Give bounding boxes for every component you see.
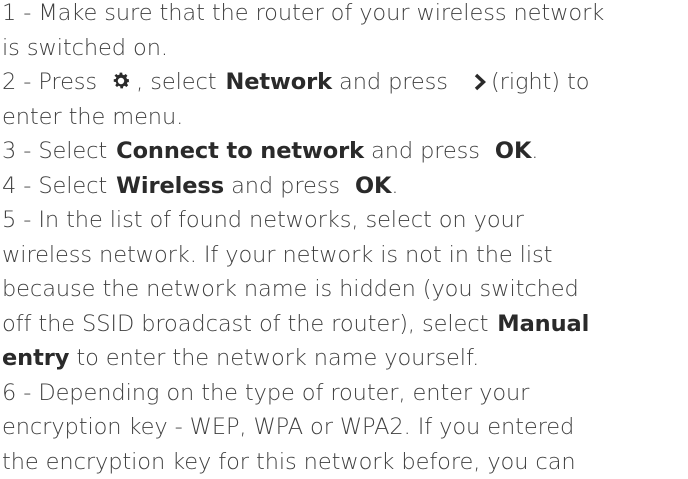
step-5-end-text: to enter the network name yourself. (76, 345, 479, 371)
step-5-line-2: wireless network. If your network is not… (2, 238, 688, 273)
network-key: Network (225, 69, 331, 95)
chevron-right-icon (473, 67, 487, 85)
step-5-line-3: because the network name is hidden (you … (2, 272, 688, 307)
step-5-select-text: off the SSID broadcast of the router), s… (2, 311, 488, 337)
wireless-key: Wireless (116, 173, 224, 199)
step-2-line-2: enter the menu. (2, 100, 688, 135)
step-4-period: . (391, 173, 398, 199)
step-6-line-2: encryption key - WEP, WPA or WPA2. If yo… (2, 410, 688, 445)
step-1-line-1: 1 - Make sure that the router of your wi… (2, 0, 688, 31)
step-2-right-text: (right) to (491, 69, 589, 95)
instruction-text: 1 - Make sure that the router of your wi… (2, 0, 688, 479)
step-3-and-press-text: and press (371, 138, 480, 164)
step-3-period: . (531, 138, 538, 164)
step-4-select-text: 4 - Select (2, 173, 107, 199)
step-2-press-text: 2 - Press (2, 69, 97, 95)
step-4-and-press-text: and press (231, 173, 340, 199)
step-4-line: 4 - Select Wireless and press OK. (2, 169, 688, 204)
step-3-select-text: 3 - Select (2, 138, 107, 164)
step-5-line-4: off the SSID broadcast of the router), s… (2, 307, 688, 342)
step-5-line-1: 5 - In the list of found networks, selec… (2, 203, 688, 238)
step-2-line-1: 2 - Press , select Network and press (rig… (2, 65, 688, 100)
connect-to-network-key: Connect to network (116, 138, 364, 164)
ok-key: OK (495, 138, 531, 164)
step-2-and-press-text: and press (339, 69, 448, 95)
step-5-line-5: entry to enter the network name yourself… (2, 341, 688, 376)
ok-key: OK (355, 173, 391, 199)
manual-key: Manual (497, 311, 589, 337)
gear-icon (110, 68, 132, 90)
entry-key: entry (2, 345, 69, 371)
step-3-line: 3 - Select Connect to network and press OK… (2, 134, 688, 169)
step-2-select-text: , select (136, 69, 216, 95)
step-6-line-3: the encryption key for this network befo… (2, 445, 688, 479)
step-6-line-1: 6 - Depending on the type of router, ent… (2, 376, 688, 411)
step-1-line-2: is switched on. (2, 31, 688, 66)
